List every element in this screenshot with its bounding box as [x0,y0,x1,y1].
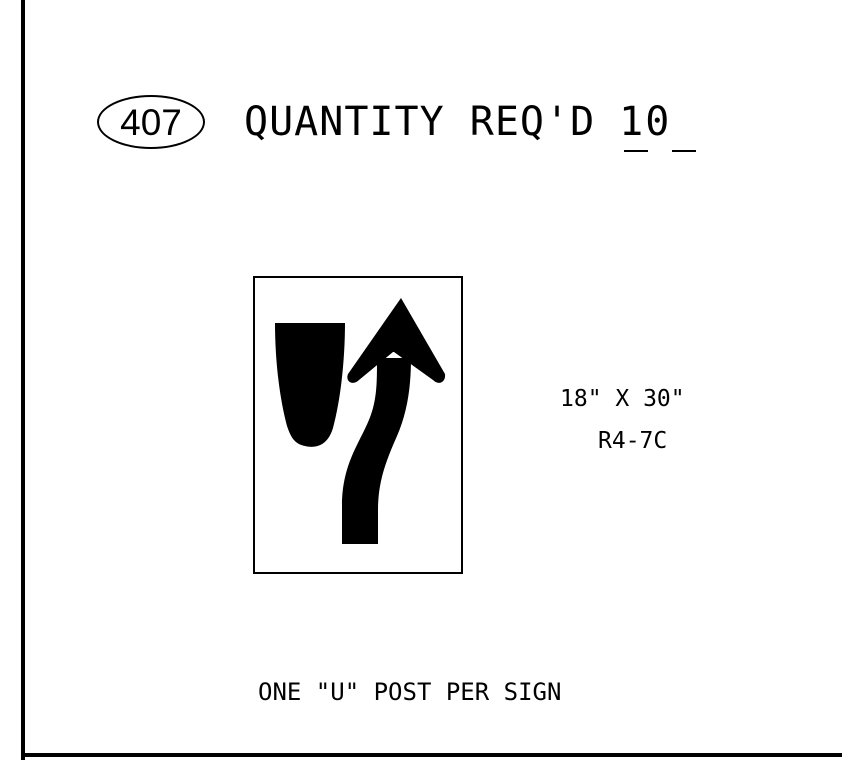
median-island-shape [275,323,345,447]
sign-code: R4-7C [598,428,668,454]
keep-right-arrow-icon [275,298,446,544]
item-number: 407 [120,101,182,143]
quantity-row: QUANTITY REQ'D 10 [244,97,671,147]
item-number-badge: 407 [97,95,205,149]
sheet-border-left [21,0,25,760]
arrow-shaft [342,358,411,544]
quantity-label: QUANTITY REQ'D [244,99,596,145]
sign-size: 18" X 30" [560,386,685,412]
quantity-underline-1 [624,150,648,152]
sheet-border-bottom [21,753,842,757]
quantity-value: 10 [619,99,672,145]
quantity-underline-2 [672,150,696,152]
sign-drawing [253,276,463,574]
post-note: ONE "U" POST PER SIGN [258,678,562,706]
